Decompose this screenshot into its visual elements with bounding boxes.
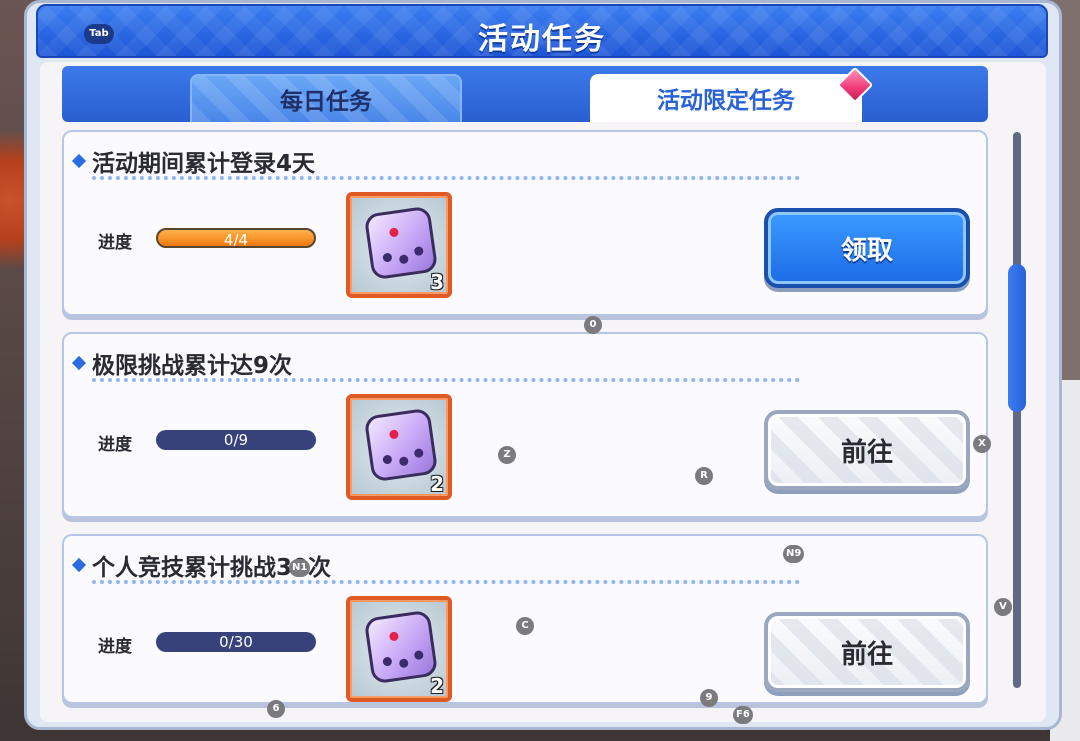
task-title: 极限挑战累计达9次	[92, 353, 293, 379]
reward-item[interactable]: 3	[346, 192, 452, 298]
hotkey-badge: 6	[267, 700, 285, 718]
panel-title: 活动任务	[478, 22, 606, 57]
progress-text: 0/9	[223, 431, 249, 449]
hotkey-badge: X	[973, 435, 991, 453]
dice-icon	[363, 609, 439, 685]
go-button[interactable]: 前往	[764, 612, 970, 692]
progress-label: 进度	[98, 637, 132, 657]
bullet-diamond-icon	[71, 355, 87, 371]
hotkey-badge: F6	[733, 706, 753, 724]
reward-count: 3	[430, 270, 444, 294]
task-title: 活动期间累计登录4天	[92, 151, 316, 177]
progress-text: 0/30	[219, 633, 253, 651]
bullet-diamond-icon	[71, 557, 87, 573]
progress-text: 4/4	[223, 231, 249, 248]
dotted-divider	[92, 176, 800, 180]
dice-icon	[363, 205, 439, 281]
progress-bar: 0/9	[156, 430, 316, 450]
task-card: 活动期间累计登录4天 进度 4/4 3 领取	[62, 130, 988, 316]
tab-bar: 每日任务 活动限定任务	[62, 66, 988, 122]
tab-daily-tasks[interactable]: 每日任务	[190, 74, 462, 122]
scrollbar-thumb[interactable]	[1008, 264, 1026, 412]
go-button[interactable]: 前往	[764, 410, 970, 490]
tab-limited-tasks[interactable]: 活动限定任务	[590, 74, 862, 122]
hotkey-badge: R	[695, 467, 713, 485]
hotkey-badge: 0	[584, 316, 602, 334]
dotted-divider	[92, 378, 800, 382]
progress-bar: 0/30	[156, 632, 316, 652]
reward-item[interactable]: 2	[346, 394, 452, 500]
hotkey-badge: V	[994, 598, 1012, 616]
reward-item[interactable]: 2	[346, 596, 452, 702]
hotkey-badge: Z	[498, 446, 516, 464]
progress-label: 进度	[98, 435, 132, 455]
claim-button[interactable]: 领取	[764, 208, 970, 288]
hotkey-badge: C	[516, 617, 534, 635]
hotkey-badge: N9	[783, 545, 805, 563]
reward-count: 2	[430, 674, 444, 698]
task-card: 极限挑战累计达9次 进度 0/9 2 前往	[62, 332, 988, 518]
progress-bar: 4/4	[156, 228, 316, 248]
dice-icon	[363, 407, 439, 483]
reward-count: 2	[430, 472, 444, 496]
hotkey-badge: N1	[289, 559, 311, 577]
panel-header: Tab 活动任务	[36, 4, 1048, 58]
bullet-diamond-icon	[71, 153, 87, 169]
dotted-divider	[92, 580, 800, 584]
progress-label: 进度	[98, 233, 132, 253]
hotkey-badge: 9	[700, 689, 718, 707]
